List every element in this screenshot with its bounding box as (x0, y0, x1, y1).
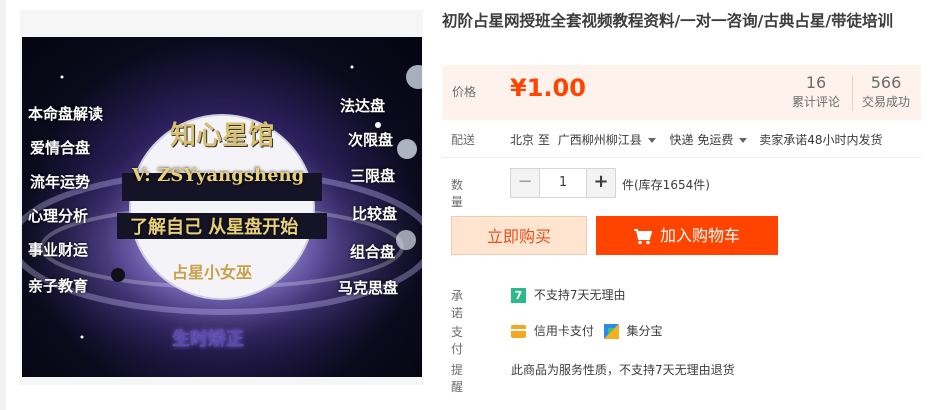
shipping-destination-select[interactable]: 广西柳州柳江县 (558, 133, 656, 147)
shipping-destination: 广西柳州柳江县 (557, 133, 642, 147)
product-main-image[interactable]: 本命盘解读 爱情合盘 流年运势 心理分析 事业财运 亲子教育 法达盘 次限盘 三… (22, 37, 422, 377)
image-label-right-6: 马克思盘 (338, 279, 399, 297)
section-divider (442, 157, 921, 158)
image-label-left-4: 心理分析 (28, 207, 89, 225)
shipping-method-select[interactable]: 快递 免运费 (670, 133, 748, 147)
seven-day-icon: 7 (511, 288, 526, 303)
stock-info: 件(库存1654件) (622, 178, 710, 192)
image-label-right-1: 法达盘 (340, 97, 386, 115)
image-bottom-text: 生时矫正 (172, 329, 244, 350)
deals-label: 交易成功 (862, 95, 911, 109)
product-info: 初阶占星网授班全套视频教程资料/一对一咨询/古典占星/带徒培训 (442, 10, 922, 32)
image-label-right-4: 比较盘 (352, 205, 398, 223)
payment-methods: 信用卡支付 集分宝 (511, 322, 663, 339)
image-center-title: 知心星馆 (170, 121, 275, 151)
shipping-details: 北京 至 广西柳州柳江县 快递 免运费 卖家承诺48小时内发货 (510, 131, 882, 148)
reviews-stat[interactable]: 16 累计评论 (792, 73, 840, 110)
image-label-left-2: 爱情合盘 (30, 139, 91, 157)
price-value: ¥1.00 (510, 74, 586, 102)
payment-label: 支付 (451, 325, 464, 356)
guarantee-label: 承诺 (451, 289, 464, 320)
quantity-stepper: − 1 + (510, 168, 616, 198)
shipping-from: 北京 (510, 133, 535, 147)
shipping-label: 配送 (451, 133, 476, 147)
image-center-slogan: 了解自己 从星盘开始 (130, 217, 299, 238)
price-panel: 价格 ¥1.00 16 累计评论 566 交易成功 (442, 65, 921, 120)
image-label-left-5: 事业财运 (28, 241, 89, 259)
credit-card-icon (511, 325, 526, 338)
credit-card-payment[interactable]: 信用卡支付 (511, 324, 598, 338)
shipping-method: 快递 免运费 (669, 133, 734, 147)
chevron-down-icon (647, 138, 656, 143)
image-label-right-3: 三限盘 (350, 167, 396, 185)
image-label-left-3: 流年运势 (30, 173, 91, 191)
reminder-label: 提醒 (451, 363, 464, 394)
quantity-increase-button[interactable]: + (586, 169, 615, 197)
deals-count: 566 (870, 73, 902, 92)
jifenbao-payment[interactable]: 集分宝 (603, 324, 663, 339)
price-amount: 1.00 (526, 74, 586, 102)
image-label-right-5: 组合盘 (350, 243, 396, 261)
guarantee-text: 不支持7天无理由 (533, 288, 626, 302)
reviews-label: 累计评论 (792, 95, 841, 109)
quantity-label: 数量 (451, 178, 464, 209)
guarantee-item[interactable]: 7 不支持7天无理由 (511, 286, 625, 303)
shipping-to-word: 至 (537, 133, 550, 147)
price-label: 价格 (452, 85, 477, 99)
image-label-right-2: 次限盘 (348, 131, 394, 149)
add-to-cart-button[interactable]: 加入购物车 (596, 216, 778, 255)
page-left-strip (0, 0, 6, 410)
credit-card-label: 信用卡支付 (533, 324, 594, 338)
reminder-text: 此商品为服务性质，不支持7天无理由退货 (511, 363, 735, 377)
jifenbao-icon (603, 324, 619, 339)
cart-icon (633, 228, 653, 244)
image-center-id: V: ZSYyangsheng (132, 165, 305, 186)
stat-divider (852, 75, 853, 111)
quantity-decrease-button[interactable]: − (511, 169, 540, 197)
reviews-count: 16 (805, 73, 827, 92)
add-to-cart-label: 加入购物车 (659, 226, 740, 245)
chevron-down-icon (739, 138, 748, 143)
shipping-promise: 卖家承诺48小时内发货 (759, 133, 883, 147)
jifenbao-label: 集分宝 (626, 324, 663, 338)
image-label-left-1: 本命盘解读 (28, 105, 104, 123)
quantity-input[interactable]: 1 (540, 169, 586, 197)
currency-symbol: ¥ (510, 74, 527, 102)
image-label-left-6: 亲子教育 (28, 277, 89, 295)
image-center-sub: 占星小女巫 (172, 263, 253, 282)
product-title: 初阶占星网授班全套视频教程资料/一对一咨询/古典占星/带徒培训 (442, 12, 893, 30)
deals-stat[interactable]: 566 交易成功 (862, 73, 910, 110)
buy-now-button[interactable]: 立即购买 (451, 216, 587, 255)
